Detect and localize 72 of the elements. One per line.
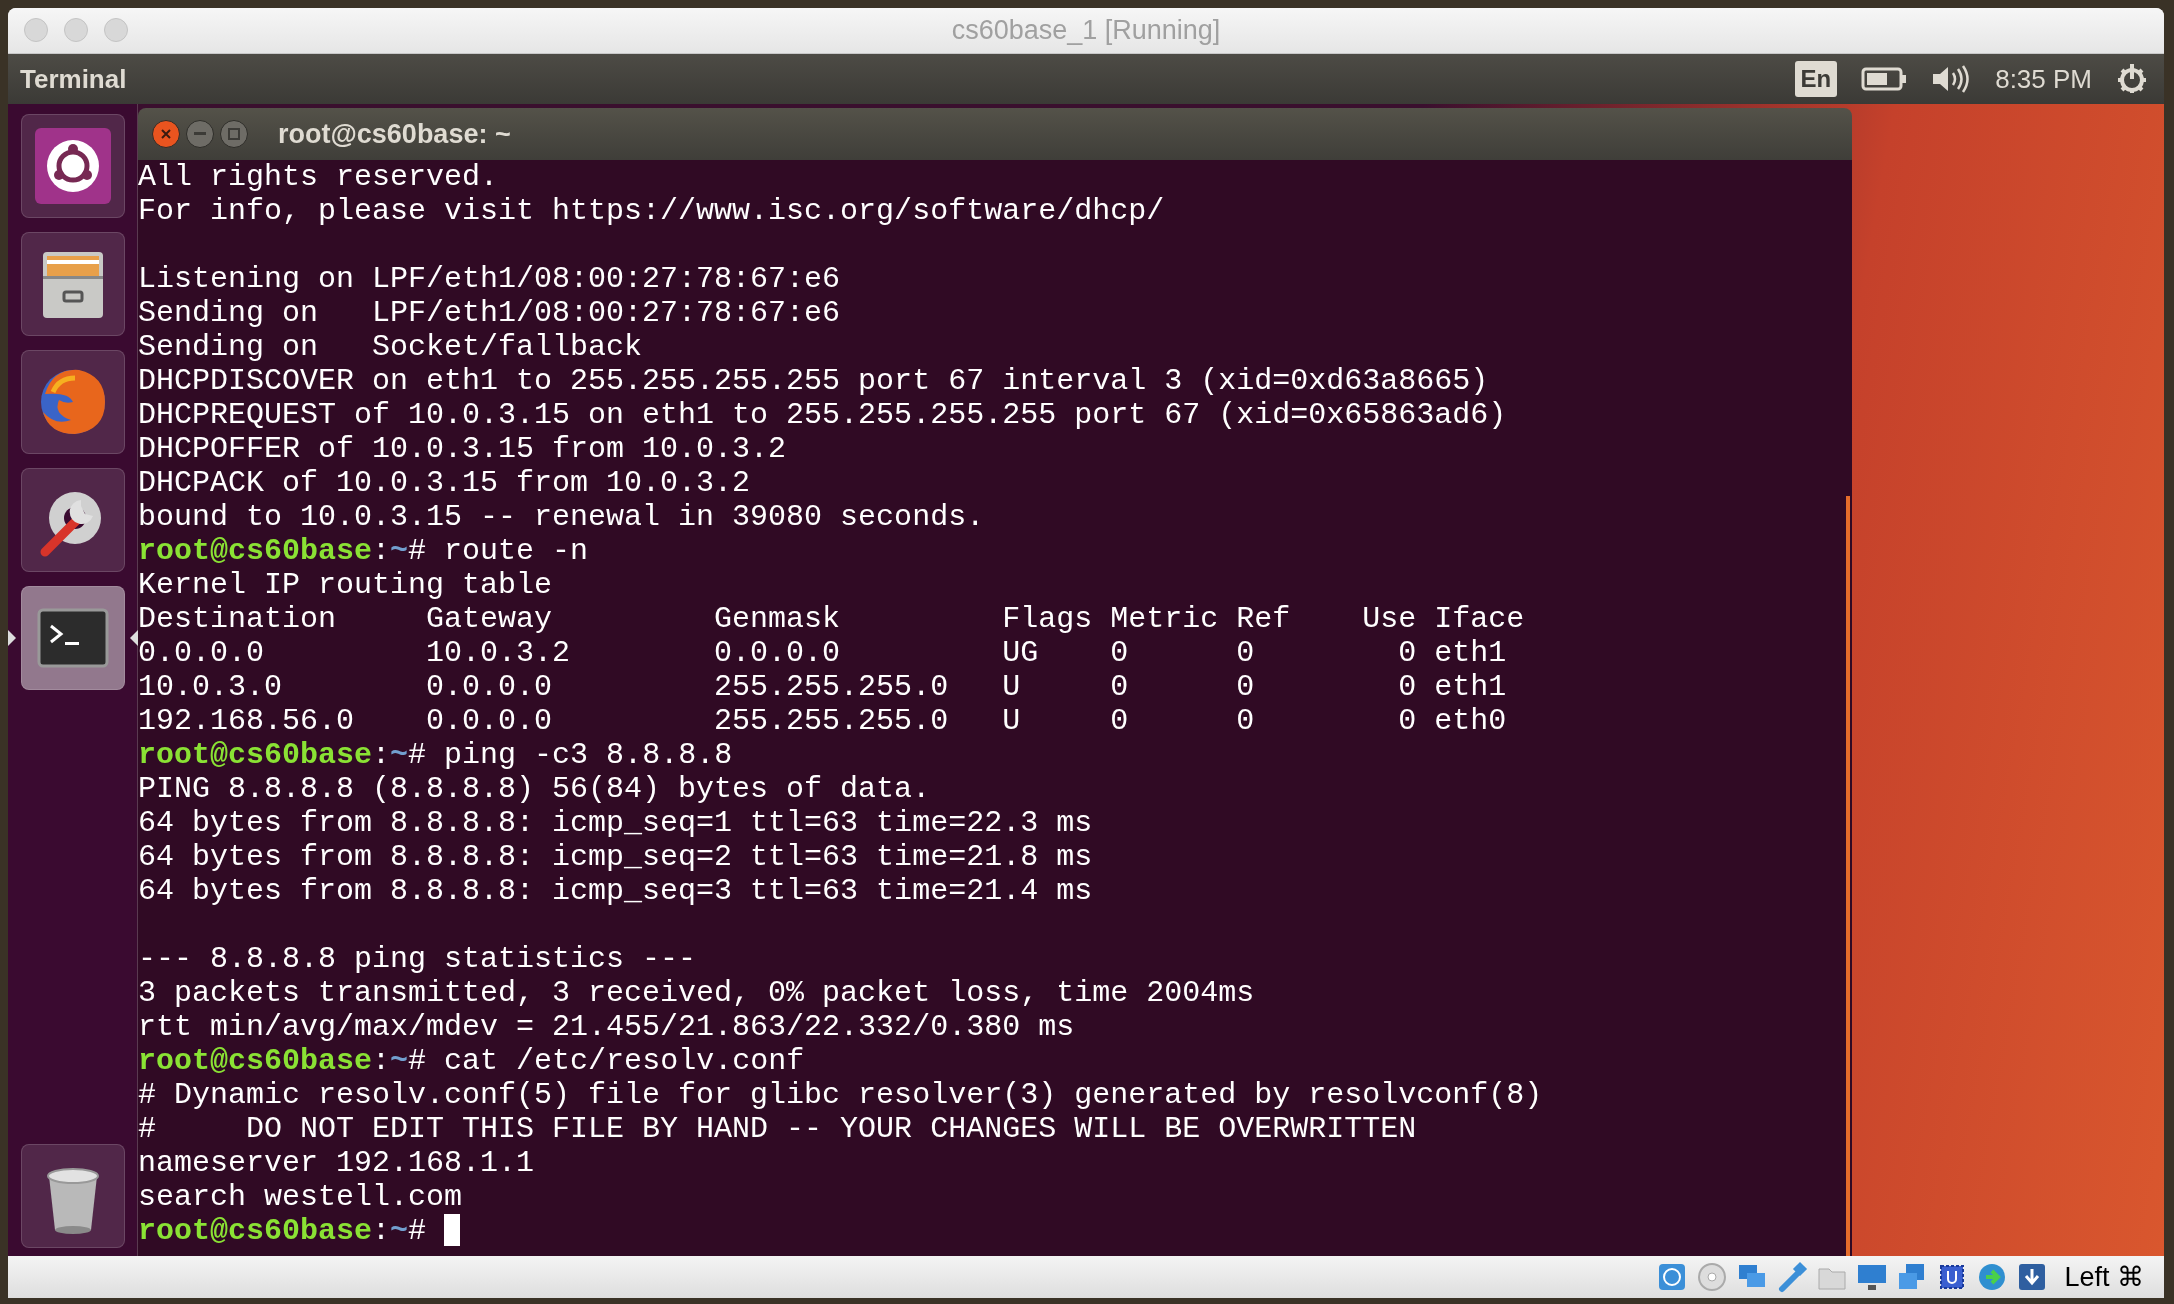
output-line: DHCPREQUEST of 10.0.3.15 on eth1 to 255.255.255.255 port 67 (xid=0x65863ad6): [138, 398, 1507, 432]
text-cursor: [444, 1214, 461, 1246]
output-line: DHCPACK of 10.0.3.15 from 10.0.3.2: [138, 466, 751, 500]
maximize-icon: [228, 128, 240, 140]
output-line: search westell.com: [138, 1180, 463, 1214]
output-line: 64 bytes from 8.8.8.8: icmp_seq=1 ttl=63 time=22.3 ms: [138, 806, 1093, 840]
output-line: 64 bytes from 8.8.8.8: icmp_seq=3 ttl=63 time=21.4 ms: [138, 874, 1093, 908]
prompt-mark: #: [408, 1044, 427, 1078]
output-line: bound to 10.0.3.15 -- renewal in 39080 seconds.: [138, 500, 985, 534]
command-text: ping -c3 8.8.8.8: [444, 738, 733, 772]
prompt-path: ~: [390, 534, 409, 568]
output-line: 10.0.3.0 0.0.0.0 255.255.255.0 U 0 0 0 eth1: [138, 670, 1507, 704]
optical-disc-icon[interactable]: [1696, 1261, 1729, 1293]
prompt-separator: :: [372, 1044, 391, 1078]
prompt-mark: #: [408, 1214, 427, 1248]
power-icon[interactable]: [2116, 63, 2148, 95]
prompt-user: root@cs60base: [138, 1044, 373, 1078]
launcher-item[interactable]: [20, 468, 125, 572]
prompt-user: root@cs60base: [138, 738, 373, 772]
prompt-separator: :: [372, 738, 391, 772]
launcher-item[interactable]: [20, 586, 125, 690]
minimize-button[interactable]: [186, 120, 214, 148]
output-line: Destination Gateway Genmask Flags Metric Ref Use Iface: [138, 602, 1525, 636]
output-line: PING 8.8.8.8 (8.8.8.8) 56(84) bytes of data.: [138, 772, 931, 806]
prompt-mark: #: [408, 738, 427, 772]
output-line: DHCPDISCOVER on eth1 to 255.255.255.255 port 67 interval 3 (xid=0xd63a8665): [138, 364, 1489, 398]
output-line: For info, please visit https://www.isc.org/software/dhcp/: [138, 194, 1165, 228]
output-line: Sending on Socket/fallback: [138, 330, 643, 364]
prompt-mark: #: [408, 534, 427, 568]
terminal-title: root@cs60base: ~: [278, 117, 511, 151]
minimize-icon: [194, 132, 206, 136]
command-text: route -n: [444, 534, 589, 568]
maximize-button[interactable]: [220, 120, 248, 148]
output-line: 192.168.56.0 0.0.0.0 255.255.255.0 U 0 0 0 eth0: [138, 704, 1507, 738]
prompt-user: root@cs60base: [138, 1214, 373, 1248]
output-line: Listening on LPF/eth1/08:00:27:78:67:e6: [138, 262, 841, 296]
output-line: rtt min/avg/max/mdev = 21.455/21.863/22.332/0.380 ms: [138, 1010, 1075, 1044]
prompt-path: ~: [390, 1044, 409, 1078]
prompt-path: ~: [390, 738, 409, 772]
launcher-item[interactable]: [20, 232, 125, 336]
output-line: 64 bytes from 8.8.8.8: icmp_seq=2 ttl=63 time=21.8 ms: [138, 840, 1093, 874]
running-indicator: [8, 630, 16, 646]
prompt-separator: :: [372, 1214, 391, 1248]
host-key-label: Left ⌘: [2064, 1260, 2144, 1294]
usb-icon[interactable]: [1776, 1261, 1809, 1293]
clock[interactable]: 8:35 PM: [1995, 59, 2092, 99]
output-line: --- 8.8.8.8 ping statistics ---: [138, 942, 697, 976]
dash-icon: [32, 126, 113, 206]
scrollbar[interactable]: [1846, 496, 1850, 1256]
output-line: Sending on LPF/eth1/08:00:27:78:67:e6: [138, 296, 841, 330]
output-line: # DO NOT EDIT THIS FILE BY HAND -- YOUR CHANGES WILL BE OVERWRITTEN: [138, 1112, 1417, 1146]
battery-icon[interactable]: [1861, 66, 1908, 92]
app-name: Terminal: [19, 62, 128, 96]
keyboard-indicator[interactable]: En: [1794, 61, 1838, 97]
output-line: 3 packets transmitted, 3 received, 0% packet loss, time 2004ms: [138, 976, 1255, 1010]
volume-icon[interactable]: [1931, 64, 1972, 94]
prompt-user: root@cs60base: [138, 534, 373, 568]
output-line: All rights reserved.: [138, 160, 499, 194]
close-icon: [160, 128, 172, 140]
terminal-output[interactable]: [138, 160, 1852, 1256]
window-title: cs60base_1 [Running]: [951, 14, 1221, 48]
output-line: Kernel IP routing table: [138, 568, 553, 602]
output-line: # Dynamic resolv.conf(5) file for glibc resolver(3) generated by resolvconf(8): [138, 1078, 1543, 1112]
output-line: nameserver 192.168.1.1: [138, 1146, 535, 1180]
prompt-separator: :: [372, 534, 391, 568]
prompt-path: ~: [390, 1214, 409, 1248]
launcher-item[interactable]: [20, 1144, 125, 1248]
launcher-item[interactable]: [20, 114, 125, 218]
output-line: DHCPOFFER of 10.0.3.15 from 10.0.3.2: [138, 432, 787, 466]
close-button[interactable]: [152, 120, 180, 148]
output-line: 0.0.0.0 10.0.3.2 0.0.0.0 UG 0 0 0 eth1: [138, 636, 1507, 670]
command-text: cat /etc/resolv.conf: [444, 1044, 805, 1078]
